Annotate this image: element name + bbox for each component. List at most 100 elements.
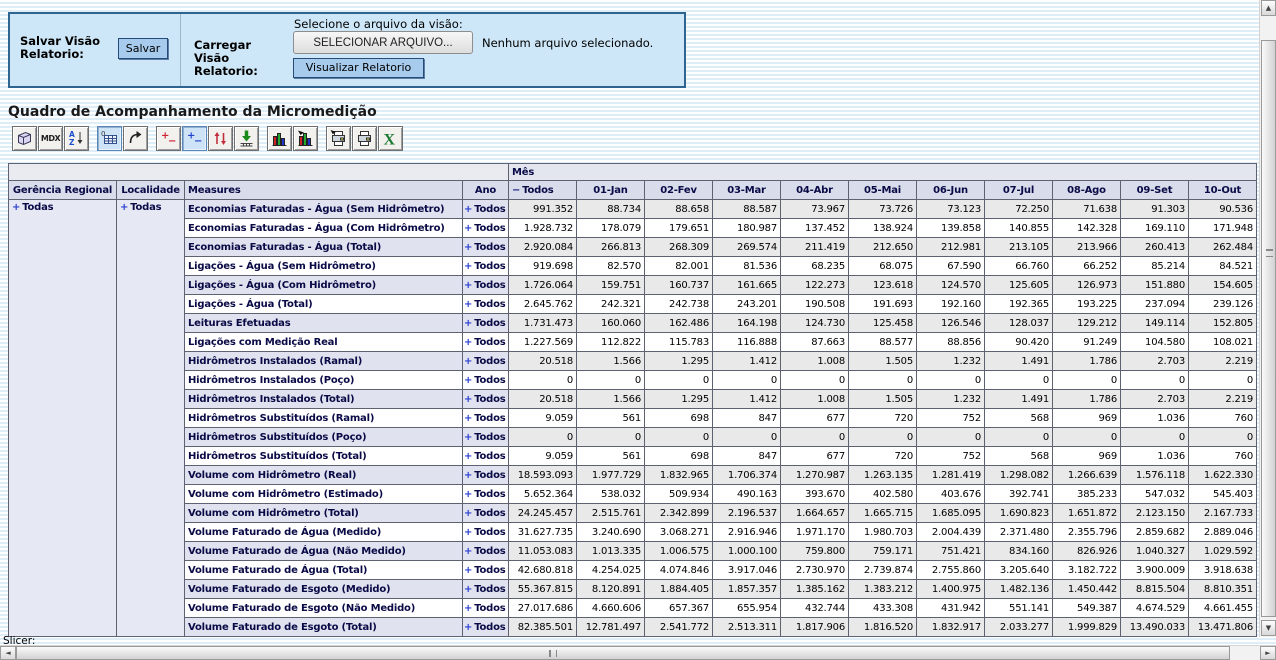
chart-config-button[interactable] bbox=[293, 126, 318, 151]
measure-cell: Volume Faturado de Água (Não Medido) bbox=[185, 542, 463, 561]
expand-icon[interactable]: + bbox=[120, 202, 128, 213]
value-cell: 239.126 bbox=[1189, 295, 1257, 314]
member-label: Todas bbox=[22, 202, 53, 213]
month-column-header: 10-Out bbox=[1189, 181, 1257, 200]
scroll-left-arrow-icon[interactable]: ◄ bbox=[0, 646, 16, 660]
value-cell: 847 bbox=[713, 447, 781, 466]
value-cell: 1.270.987 bbox=[781, 466, 849, 485]
value-cell: 1.928.732 bbox=[509, 219, 577, 238]
printer-icon bbox=[355, 129, 374, 148]
print-config-button[interactable] bbox=[326, 126, 351, 151]
value-cell: 160.060 bbox=[577, 314, 645, 333]
show-parent-members-button[interactable]: 0 bbox=[97, 126, 122, 151]
file-status-text: Nenhum arquivo selecionado. bbox=[482, 36, 653, 50]
value-cell: 8.815.504 bbox=[1121, 580, 1189, 599]
olap-navigator-button[interactable] bbox=[12, 126, 37, 151]
expand-icon[interactable]: + bbox=[464, 527, 472, 538]
expand-icon[interactable]: + bbox=[464, 508, 472, 519]
expand-icon[interactable]: + bbox=[464, 242, 472, 253]
value-cell: 1.977.729 bbox=[577, 466, 645, 485]
value-cell: 124.730 bbox=[781, 314, 849, 333]
save-button[interactable]: Salvar bbox=[118, 38, 168, 59]
print-pdf-button[interactable] bbox=[352, 126, 377, 151]
expand-icon[interactable]: + bbox=[464, 603, 472, 614]
horizontal-scrollbar-thumb[interactable] bbox=[16, 646, 1230, 660]
value-cell: 1.622.330 bbox=[1189, 466, 1257, 485]
ano-member: +Todos bbox=[463, 580, 509, 599]
value-cell: 9.059 bbox=[509, 409, 577, 428]
value-cell: 5.652.364 bbox=[509, 485, 577, 504]
value-cell: 1.232 bbox=[917, 390, 985, 409]
drill-through-button[interactable] bbox=[234, 126, 259, 151]
expand-icon[interactable]: + bbox=[464, 432, 472, 443]
vertical-scrollbar-thumb[interactable] bbox=[1261, 40, 1276, 617]
expand-icon[interactable]: + bbox=[464, 280, 472, 291]
select-file-button[interactable]: SELECIONAR ARQUIVO... bbox=[293, 31, 473, 54]
scroll-up-arrow-icon[interactable]: ▲ bbox=[1261, 0, 1276, 16]
value-cell: 2.371.480 bbox=[985, 523, 1053, 542]
value-cell: 3.182.722 bbox=[1053, 561, 1121, 580]
value-cell: 1.036 bbox=[1121, 409, 1189, 428]
drill-member-button[interactable]: +− bbox=[156, 126, 181, 151]
measure-cell: Ligações - Água (Total) bbox=[185, 295, 463, 314]
view-report-button[interactable]: Visualizar Relatorio bbox=[293, 58, 424, 78]
ano-member: +Todos bbox=[463, 352, 509, 371]
show-chart-button[interactable] bbox=[267, 126, 292, 151]
plus-minus-blue-icon: +− bbox=[185, 129, 204, 148]
swap-axes-button[interactable] bbox=[123, 126, 148, 151]
mdx-editor-button[interactable]: MDX bbox=[38, 126, 63, 151]
measure-cell: Hidrômetros Substituídos (Total) bbox=[185, 447, 463, 466]
export-excel-button[interactable]: X bbox=[378, 126, 403, 151]
localidade-header: Localidade bbox=[117, 181, 185, 200]
value-cell: 243.201 bbox=[713, 295, 781, 314]
value-cell: 760 bbox=[1189, 409, 1257, 428]
value-cell: 1.263.135 bbox=[849, 466, 917, 485]
expand-icon[interactable]: + bbox=[464, 223, 472, 234]
expand-icon[interactable]: + bbox=[464, 470, 472, 481]
up-down-arrows-icon bbox=[211, 129, 230, 148]
value-cell: 124.570 bbox=[917, 276, 985, 295]
collapse-icon[interactable]: − bbox=[512, 185, 520, 196]
value-cell: 180.987 bbox=[713, 219, 781, 238]
table-row: Volume Faturado de Esgoto (Não Medido)+T… bbox=[9, 599, 1257, 618]
expand-icon[interactable]: + bbox=[464, 318, 472, 329]
horizontal-scrollbar[interactable]: ◄ ► bbox=[0, 645, 1276, 660]
sort-toggle-button[interactable]: AZ bbox=[64, 126, 89, 151]
value-cell: 759.171 bbox=[849, 542, 917, 561]
expand-icon[interactable]: + bbox=[464, 356, 472, 367]
expand-icon[interactable]: + bbox=[464, 451, 472, 462]
value-cell: 1.232 bbox=[917, 352, 985, 371]
value-cell: 171.948 bbox=[1189, 219, 1257, 238]
value-cell: 20.518 bbox=[509, 390, 577, 409]
value-cell: 2.889.046 bbox=[1189, 523, 1257, 542]
value-cell: 0 bbox=[849, 428, 917, 447]
vertical-scrollbar[interactable]: ▲ ▼ bbox=[1259, 0, 1276, 637]
value-cell: 0 bbox=[781, 428, 849, 447]
drill-replace-button[interactable] bbox=[208, 126, 233, 151]
value-cell: 0 bbox=[1121, 371, 1189, 390]
expand-icon[interactable]: + bbox=[464, 204, 472, 215]
expand-icon[interactable]: + bbox=[12, 202, 20, 213]
expand-icon[interactable]: + bbox=[464, 394, 472, 405]
expand-icon[interactable]: + bbox=[464, 622, 472, 633]
expand-icon[interactable]: + bbox=[464, 565, 472, 576]
expand-icon[interactable]: + bbox=[464, 375, 472, 386]
member-label: Todos bbox=[474, 584, 505, 595]
scroll-down-arrow-icon[interactable]: ▼ bbox=[1261, 620, 1276, 636]
value-cell: 11.053.083 bbox=[509, 542, 577, 561]
value-cell: 969 bbox=[1053, 409, 1121, 428]
expand-icon[interactable]: + bbox=[464, 413, 472, 424]
value-cell: 4.074.846 bbox=[645, 561, 713, 580]
member-label: Todos bbox=[474, 356, 505, 367]
expand-icon[interactable]: + bbox=[464, 489, 472, 500]
scroll-right-arrow-icon[interactable]: ► bbox=[1260, 646, 1276, 660]
expand-icon[interactable]: + bbox=[464, 299, 472, 310]
value-cell: 403.676 bbox=[917, 485, 985, 504]
expand-icon[interactable]: + bbox=[464, 261, 472, 272]
drill-position-button[interactable]: +− bbox=[182, 126, 207, 151]
expand-icon[interactable]: + bbox=[464, 546, 472, 557]
member-label: Todos bbox=[474, 337, 505, 348]
expand-icon[interactable]: + bbox=[464, 584, 472, 595]
value-cell: 0 bbox=[645, 371, 713, 390]
expand-icon[interactable]: + bbox=[464, 337, 472, 348]
